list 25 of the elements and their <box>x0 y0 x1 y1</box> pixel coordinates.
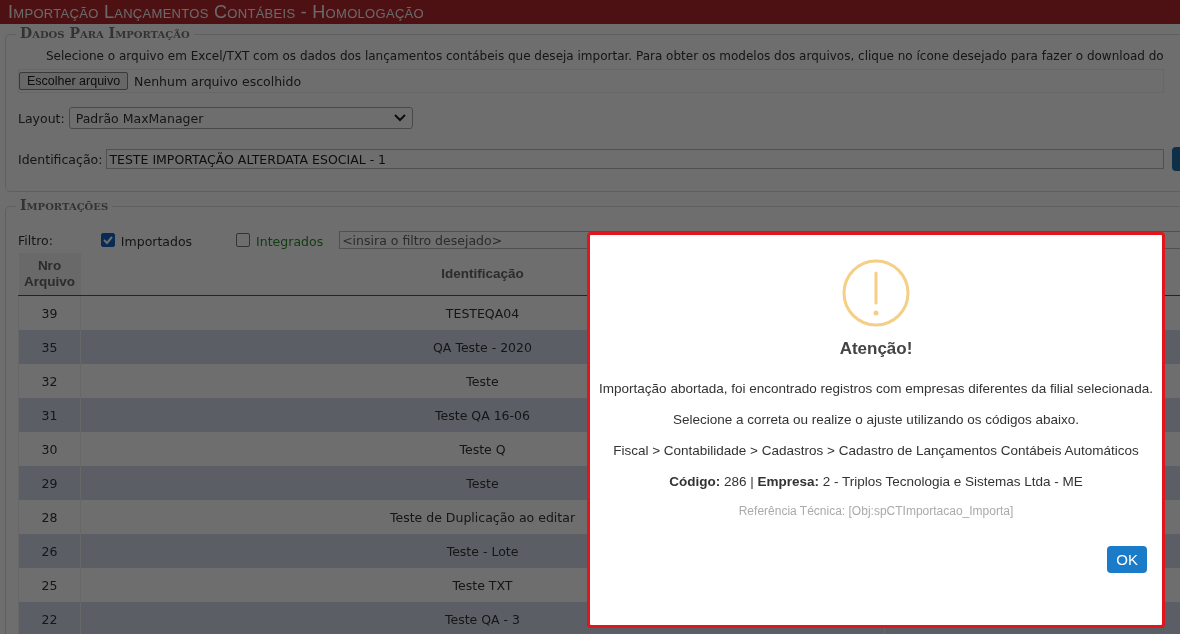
checkbox-label: Integrados <box>256 233 324 249</box>
checkbox-label: Importados <box>120 233 193 249</box>
table-cell: 26 <box>18 534 81 568</box>
column-header: Nro Arquivo <box>18 253 81 296</box>
file-field[interactable]: Escolher arquivo Nenhum arquivo escolhido <box>18 69 1164 93</box>
table-cell: 29 <box>18 466 81 500</box>
checkbox[interactable] <box>236 233 251 247</box>
checkbox[interactable] <box>100 233 115 247</box>
table-cell: 35 <box>18 330 81 364</box>
section-legend: Importações <box>16 197 113 213</box>
choose-file-button[interactable]: Escolher arquivo <box>19 72 129 90</box>
page-title: Importação Lançamentos Contábeis - Homologação <box>0 0 1180 24</box>
filter-label: Filtro: <box>18 232 53 248</box>
layout-dropdown[interactable]: Padrão MaxManager <box>68 107 413 129</box>
table-cell: 22 <box>18 602 81 634</box>
section-legend: Dados Para Importação <box>16 25 194 41</box>
file-status: Nenhum arquivo escolhido <box>134 73 302 89</box>
warning-icon <box>842 259 910 327</box>
table-cell: 31 <box>18 398 81 432</box>
chevron-down-icon <box>393 114 406 122</box>
ok-button[interactable]: OK <box>1107 546 1147 573</box>
identification-field[interactable]: TESTE IMPORTAÇÃO ALTERDATA ESOCIAL - 1 <box>106 149 1165 169</box>
identification-label: Identificação: <box>18 151 103 167</box>
instructions-text: Selecione o arquivo em Excel/TXT com os dados dos lançamentos contábeis que deseja importar. Para obter os modelos dos arquivos, clique no ícone desejado para fazer o download do <box>46 49 1165 63</box>
layout-label: Layout: <box>18 110 65 126</box>
